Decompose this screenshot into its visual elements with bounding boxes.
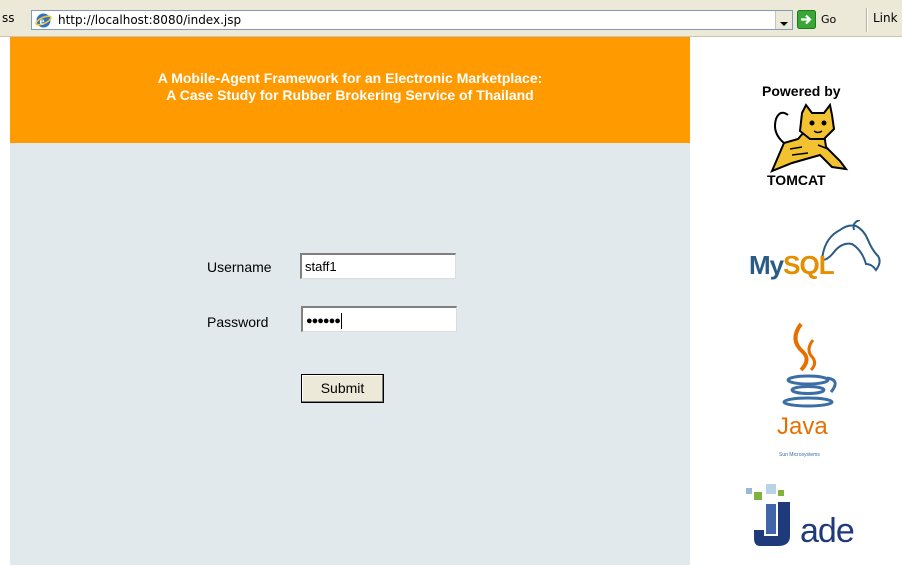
- username-label: Username: [207, 259, 272, 275]
- tomcat-logo-icon: [770, 103, 849, 173]
- jade-logo-text: ade: [800, 512, 855, 550]
- mysql-logo-text: MySQL: [749, 250, 835, 281]
- username-input[interactable]: staff1: [300, 253, 456, 279]
- address-label: ss: [2, 11, 15, 25]
- sun-microsystems-text: Sun Microsystems: [779, 452, 820, 458]
- powered-by-text: Powered by: [762, 83, 841, 99]
- url-input[interactable]: e http://localhost:8080/index.jsp: [31, 10, 793, 30]
- page-title-line1: A Mobile-Agent Framework for an Electron…: [157, 70, 543, 86]
- mysql-sql-text: SQL: [783, 250, 834, 280]
- url-text: http://localhost:8080/index.jsp: [58, 13, 242, 27]
- password-label: Password: [207, 314, 269, 330]
- submit-button[interactable]: Submit: [301, 374, 384, 403]
- page-header: A Mobile-Agent Framework for an Electron…: [10, 37, 690, 143]
- links-button[interactable]: Link: [873, 11, 898, 25]
- java-logo-text: Java: [777, 413, 828, 440]
- username-value: staff1: [305, 259, 337, 274]
- toolbar-separator: [866, 8, 868, 32]
- address-bar: ss e http://localhost:8080/index.jsp Go …: [0, 0, 902, 37]
- password-input[interactable]: ●●●●●●: [301, 306, 457, 332]
- login-panel: [10, 143, 690, 565]
- page-title: A Mobile-Agent Framework for an Electron…: [10, 70, 690, 104]
- jade-logo-icon: [746, 484, 790, 546]
- internet-explorer-icon: e: [35, 13, 52, 28]
- go-label: Go: [821, 13, 837, 26]
- chevron-down-icon: [780, 22, 788, 26]
- svg-text:e: e: [40, 16, 45, 28]
- java-coffee-cup-icon: [782, 322, 837, 408]
- mysql-my-text: My: [749, 250, 784, 280]
- page-title-line2: A Case Study for Rubber Brokering Servic…: [166, 87, 534, 103]
- tomcat-text: TOMCAT: [767, 172, 826, 188]
- password-value: ●●●●●●: [306, 315, 341, 327]
- go-arrow-icon: [797, 10, 816, 29]
- text-caret: [340, 312, 342, 329]
- url-dropdown-button[interactable]: [775, 11, 792, 29]
- go-button[interactable]: Go: [797, 10, 847, 30]
